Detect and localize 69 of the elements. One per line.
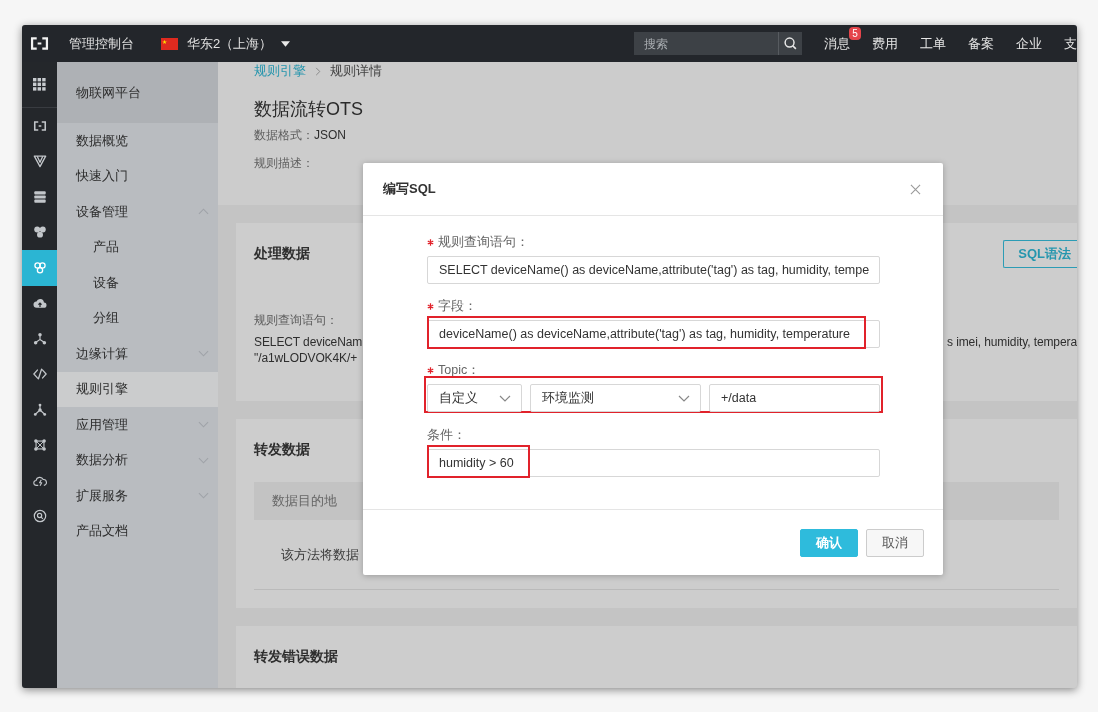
query-text: "/a1wLODVOK4K/+ [254, 350, 358, 366]
grid-icon[interactable] [33, 78, 46, 91]
cloud-upload-icon[interactable] [32, 296, 47, 311]
chevron-right-icon [315, 66, 321, 76]
caret-down-icon[interactable] [281, 40, 291, 47]
input-field[interactable]: +/data [709, 384, 880, 412]
field-label: 条件： [427, 428, 466, 442]
field-value: humidity > 60 [439, 455, 514, 471]
region-selector[interactable]: 华东2（上海） [187, 34, 273, 53]
description-text: 该方法将数据 [281, 545, 359, 564]
sidebar-item[interactable]: 产品 [57, 229, 218, 265]
sidebar-item[interactable]: 设备管理 [57, 194, 218, 230]
sidebar-item[interactable]: 边缘计算 [57, 336, 218, 372]
flag-icon [161, 37, 178, 50]
bracket-icon[interactable] [32, 118, 47, 133]
close-icon[interactable] [910, 183, 921, 195]
input-field[interactable]: SELECT deviceName() as deviceName,attribute('tag') as tag, humidity, tempe [427, 256, 880, 284]
circles-icon[interactable] [32, 225, 47, 240]
sidebar-item[interactable]: 产品文档 [57, 513, 218, 549]
logo-icon[interactable] [30, 37, 49, 50]
search-icon[interactable] [32, 509, 47, 524]
page-title: 数据流转OTS [254, 98, 364, 121]
nav-link[interactable]: 消息 [824, 34, 850, 53]
search-icon[interactable] [784, 37, 797, 50]
chevron-down-icon [499, 394, 511, 402]
sidebar-item[interactable]: 数据概览 [57, 123, 218, 159]
server-icon[interactable] [32, 189, 47, 204]
section-title: 转发数据 [254, 441, 310, 459]
network-icon[interactable] [32, 331, 47, 346]
triangle-icon[interactable] [32, 154, 47, 169]
graph-icon[interactable] [32, 438, 47, 453]
sidebar-item[interactable]: 扩展服务 [57, 478, 218, 514]
notification-badge: 5 [849, 26, 861, 40]
nodes-icon[interactable] [32, 402, 47, 417]
section-title: 转发错误数据 [254, 648, 338, 666]
sidebar-item[interactable]: 设备 [57, 265, 218, 301]
query-text: SELECT deviceNam [254, 334, 363, 350]
section-title: 处理数据 [254, 245, 310, 263]
search-button[interactable] [778, 32, 802, 55]
meta-label: 数据格式： [254, 126, 314, 144]
sidebar-item[interactable]: 分组 [57, 300, 218, 336]
nav-link[interactable]: 工单 [920, 34, 946, 53]
sidebar-item[interactable]: 规则引擎 [57, 371, 218, 407]
nav-link[interactable]: 费用 [872, 34, 898, 53]
field-value: deviceName() as deviceName,attribute('tag') as tag, humidity, temperature [439, 326, 850, 342]
query-text: s imei, humidity, tempera [947, 334, 1077, 350]
cancel-button[interactable]: 取消 [866, 528, 924, 557]
nav-link[interactable]: 备案 [968, 34, 994, 53]
sidebar-title: 物联网平台 [57, 62, 218, 123]
code-icon[interactable] [32, 367, 47, 382]
field-value: SELECT deviceName() as deviceName,attribute('tag') as tag, humidity, tempe [439, 262, 870, 278]
chevron-down-icon [678, 394, 690, 402]
field-label: 字段： [438, 299, 477, 313]
select-field[interactable]: 环境监测 [530, 384, 701, 412]
nav-link[interactable]: 企业 [1016, 34, 1042, 53]
sidebar-item[interactable]: 数据分析 [57, 442, 218, 478]
nav-link[interactable]: 支 [1064, 34, 1077, 53]
select-field[interactable]: 自定义 [427, 384, 522, 412]
breadcrumb-current: 规则详情 [330, 62, 382, 80]
field-label: 规则查询语句： [438, 235, 529, 249]
field-label: Topic： [438, 363, 481, 377]
meta-label: 规则描述： [254, 154, 314, 172]
dialog-title: 编写SQL [383, 180, 436, 198]
meta-value: JSON [314, 128, 346, 142]
console-title[interactable]: 管理控制台 [69, 34, 134, 53]
sidebar-item[interactable]: 快速入门 [57, 158, 218, 194]
search-field[interactable]: 搜索 [634, 32, 778, 55]
query-label: 规则查询语句： [254, 312, 339, 329]
sidebar-item[interactable]: 应用管理 [57, 407, 218, 443]
